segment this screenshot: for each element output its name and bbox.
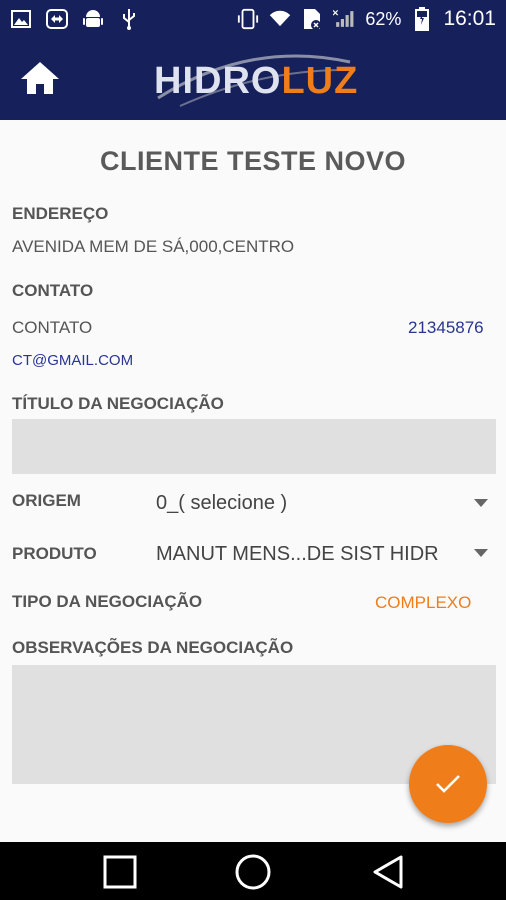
origin-label: ORIGEM — [12, 491, 81, 510]
signal-icon — [333, 8, 355, 30]
app-bar: HIDROLUZ — [0, 38, 506, 120]
vibrate-icon — [237, 8, 259, 30]
back-triangle-icon — [373, 855, 403, 889]
product-label: PRODUTO — [12, 544, 97, 563]
origin-selected-value: 0_( selecione ) — [156, 492, 288, 514]
home-icon — [21, 62, 59, 94]
back-button[interactable] — [368, 854, 408, 890]
negotiation-title-input[interactable] — [12, 419, 496, 474]
recents-button[interactable] — [100, 854, 140, 890]
circle-icon — [235, 854, 271, 890]
android-icon — [82, 8, 104, 30]
sim-icon — [301, 8, 323, 30]
contact-phone-link[interactable]: 21345876 — [408, 318, 484, 338]
client-name: CLIENTE TESTE NOVO — [99, 146, 407, 176]
negotiation-form: CLIENTE TESTE NOVO ENDEREÇO AVENIDA MEM … — [0, 120, 506, 842]
negotiation-type-label: TIPO DA NEGOCIAÇÃO — [12, 592, 203, 611]
gallery-icon — [10, 8, 32, 30]
logo-text-luz: LUZ — [281, 60, 359, 102]
hidroluz-logo: HIDROLUZ — [150, 50, 360, 108]
navigation-bar — [0, 842, 506, 900]
check-icon — [436, 775, 460, 793]
battery-charging-icon — [411, 7, 433, 31]
clock: 16:01 — [443, 7, 496, 30]
product-dropdown-arrow-icon — [474, 549, 488, 557]
address-label: ENDEREÇO — [12, 204, 109, 223]
contact-label: CONTATO — [12, 281, 94, 300]
teamviewer-icon — [46, 8, 68, 30]
logo-text-hidro: HIDRO — [154, 60, 282, 102]
origin-dropdown-arrow-icon — [474, 499, 488, 507]
home-nav-button[interactable] — [233, 854, 273, 890]
square-icon — [103, 855, 137, 889]
home-button[interactable] — [18, 58, 62, 98]
contact-email-link[interactable]: CT@GMAIL.COM — [12, 352, 133, 369]
address-value: AVENIDA MEM DE SÁ,000,CENTRO — [12, 237, 295, 256]
negotiation-title-label: TÍTULO DA NEGOCIAÇÃO — [12, 394, 224, 413]
negotiation-type-value[interactable]: COMPLEXO — [375, 593, 471, 613]
confirm-button[interactable] — [409, 745, 487, 823]
status-bar: 62% 16:01 — [0, 0, 506, 38]
product-selected-value: MANUT MENS...DE SIST HIDR — [156, 543, 439, 565]
wifi-icon — [269, 8, 291, 30]
usb-icon — [118, 8, 140, 30]
contact-name: CONTATO — [12, 318, 93, 337]
battery-percent: 62% — [365, 8, 402, 29]
notes-label: OBSERVAÇÕES DA NEGOCIAÇÃO — [12, 638, 294, 657]
